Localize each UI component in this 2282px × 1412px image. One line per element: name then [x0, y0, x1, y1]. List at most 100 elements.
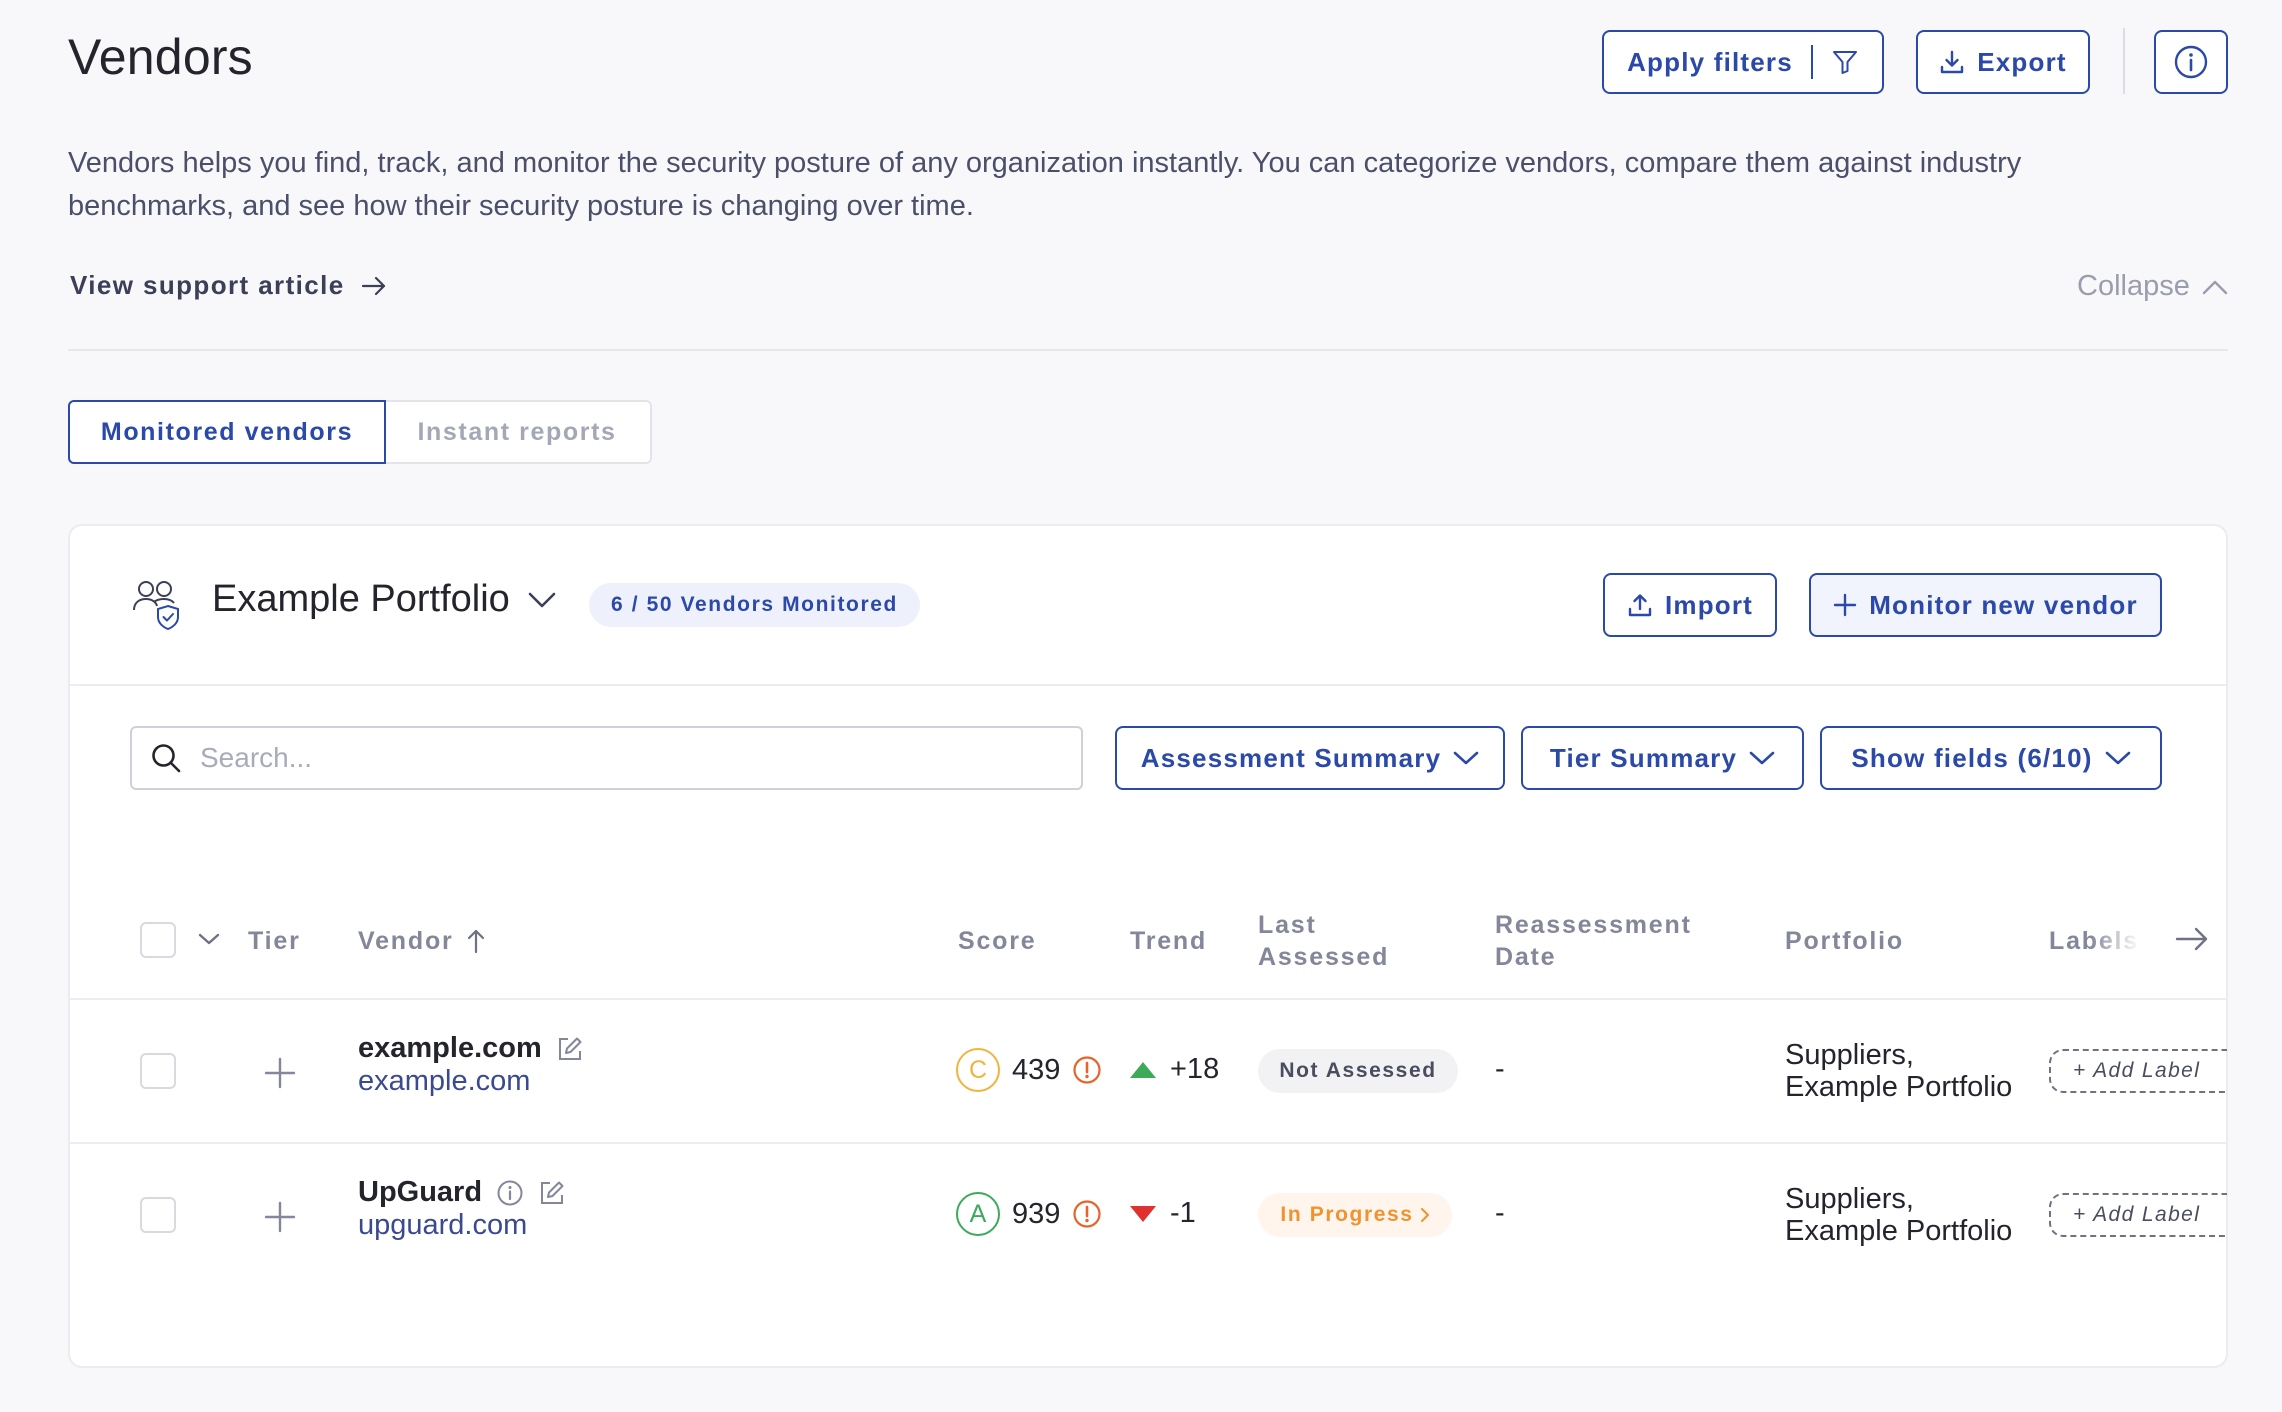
portfolio-name: Example Portfolio [212, 578, 510, 620]
select-all-checkbox[interactable] [140, 922, 176, 958]
scroll-right-arrow-icon[interactable] [2175, 926, 2209, 952]
score-value: 439 [1012, 1053, 1061, 1086]
chevron-down-icon [528, 591, 556, 609]
warning-icon[interactable] [1072, 1055, 1102, 1085]
tab-monitored-vendors[interactable]: Monitored vendors [68, 400, 386, 464]
column-header-reassessment-date[interactable]: Reassessment Date [1495, 909, 1692, 973]
page-title: Vendors [68, 29, 253, 85]
column-header-trend[interactable]: Trend [1130, 925, 1207, 957]
assessment-in-progress-link[interactable]: In Progress [1258, 1193, 1452, 1237]
assessment-summary-label: Assessment Summary [1140, 742, 1442, 773]
vendor-name[interactable]: UpGuard [358, 1176, 482, 1209]
chevron-down-icon [1453, 750, 1479, 766]
warning-icon[interactable] [1072, 1199, 1102, 1229]
arrow-right-icon [361, 275, 387, 297]
portfolio-line-2: Example Portfolio [1785, 1215, 2013, 1247]
reassessment-line-1: Reassessment [1495, 911, 1692, 939]
bulk-actions-chevron-icon[interactable] [198, 932, 220, 946]
info-icon[interactable] [496, 1179, 524, 1207]
upload-icon [1627, 592, 1653, 618]
edit-icon[interactable] [538, 1179, 566, 1207]
add-tier-plus-icon[interactable] [264, 1201, 296, 1233]
reassessment-date-value: - [1495, 1197, 1505, 1229]
search-icon [150, 742, 182, 774]
show-fields-label: Show fields (6/10) [1851, 742, 2093, 773]
assessment-status-label: In Progress [1280, 1203, 1414, 1226]
vendor-domain[interactable]: example.com [358, 1065, 584, 1098]
chevron-up-icon [2202, 279, 2228, 295]
tab-instant-reports[interactable]: Instant reports [384, 400, 652, 464]
vendor-name[interactable]: example.com [358, 1032, 542, 1065]
last-assessed-line-2: Assessed [1258, 943, 1390, 971]
assessment-status-badge: Not Assessed [1258, 1049, 1458, 1093]
add-tier-plus-icon[interactable] [264, 1057, 296, 1089]
last-assessed-line-1: Last [1258, 911, 1317, 939]
assessment-summary-dropdown[interactable]: Assessment Summary [1115, 726, 1505, 790]
header-divider [2123, 28, 2125, 94]
portfolio-cell: Suppliers, Example Portfolio [1785, 1183, 2012, 1247]
vendor-domain[interactable]: upguard.com [358, 1209, 566, 1242]
row-checkbox[interactable] [140, 1197, 176, 1233]
score-value: 939 [1012, 1197, 1061, 1230]
download-icon [1939, 49, 1965, 75]
reassessment-line-2: Date [1495, 943, 1557, 971]
export-button[interactable]: Export [1916, 30, 2090, 94]
column-header-portfolio[interactable]: Portfolio [1785, 925, 1904, 957]
column-header-last-assessed[interactable]: Last Assessed [1258, 909, 1389, 973]
apply-filters-label: Apply filters [1627, 46, 1793, 77]
vendor-name-row: example.com [358, 1032, 584, 1065]
trend-value: -1 [1170, 1197, 1196, 1229]
show-fields-dropdown[interactable]: Show fields (6/10) [1820, 726, 2162, 790]
grade-badge: A [956, 1192, 1000, 1236]
page-description: Vendors helps you find, track, and monit… [68, 147, 2022, 222]
portfolio-line-2: Example Portfolio [1785, 1071, 2013, 1103]
info-button[interactable] [2154, 30, 2228, 94]
edit-icon[interactable] [556, 1035, 584, 1063]
grade-badge: C [956, 1048, 1000, 1092]
column-header-tier[interactable]: Tier [248, 925, 301, 957]
trend-up-icon [1128, 1060, 1158, 1080]
collapse-toggle[interactable]: Collapse [2077, 270, 2228, 303]
view-support-article-link[interactable]: View support article [70, 270, 387, 301]
portfolio-line-1: Suppliers, [1785, 1039, 1914, 1071]
monitor-new-vendor-label: Monitor new vendor [1869, 589, 2138, 620]
search-input[interactable] [198, 741, 1062, 775]
portfolio-line-1: Suppliers, [1785, 1183, 1914, 1215]
trend-cell: +18 [1128, 1053, 1219, 1086]
column-header-vendor[interactable]: Vendor [358, 925, 486, 957]
column-header-score[interactable]: Score [958, 925, 1036, 957]
users-shield-icon [132, 578, 186, 632]
vendor-header-label: Vendor [358, 927, 454, 955]
chevron-down-icon [1749, 750, 1775, 766]
vendor-count-badge: 6 / 50 Vendors Monitored [589, 583, 920, 627]
import-button[interactable]: Import [1603, 573, 1777, 637]
table-header-divider [70, 998, 2226, 1000]
tier-summary-dropdown[interactable]: Tier Summary [1521, 726, 1804, 790]
import-label: Import [1664, 589, 1754, 620]
section-divider [68, 349, 2228, 351]
info-icon [2173, 44, 2209, 80]
trend-down-icon [1128, 1204, 1158, 1224]
portfolio-cell: Suppliers, Example Portfolio [1785, 1039, 2012, 1103]
trend-value: +18 [1170, 1053, 1220, 1085]
chevron-right-icon [1420, 1207, 1430, 1223]
card-header-divider [70, 684, 2226, 686]
monitor-new-vendor-button[interactable]: Monitor new vendor [1809, 573, 2162, 637]
reassessment-date-value: - [1495, 1053, 1505, 1085]
add-label-button[interactable]: + Add Label [2049, 1193, 2227, 1237]
chevron-down-icon [2105, 750, 2131, 766]
plus-icon [1833, 593, 1857, 617]
collapse-label: Collapse [2077, 270, 2190, 302]
search-field[interactable] [130, 726, 1083, 790]
portfolio-selector[interactable]: Example Portfolio [212, 578, 556, 621]
vendor-cell: UpGuard upguard.com [358, 1176, 566, 1242]
button-separator [1810, 45, 1813, 79]
tier-summary-label: Tier Summary [1549, 742, 1738, 773]
apply-filters-button[interactable]: Apply filters [1602, 30, 1884, 94]
row-checkbox[interactable] [140, 1053, 176, 1089]
score-cell: A 939 [956, 1192, 1102, 1236]
sort-ascending-icon [466, 928, 486, 954]
vendor-cell: example.com example.com [358, 1032, 584, 1098]
add-label-button[interactable]: + Add Label [2049, 1049, 2227, 1093]
vendor-name-row: UpGuard [358, 1176, 566, 1209]
